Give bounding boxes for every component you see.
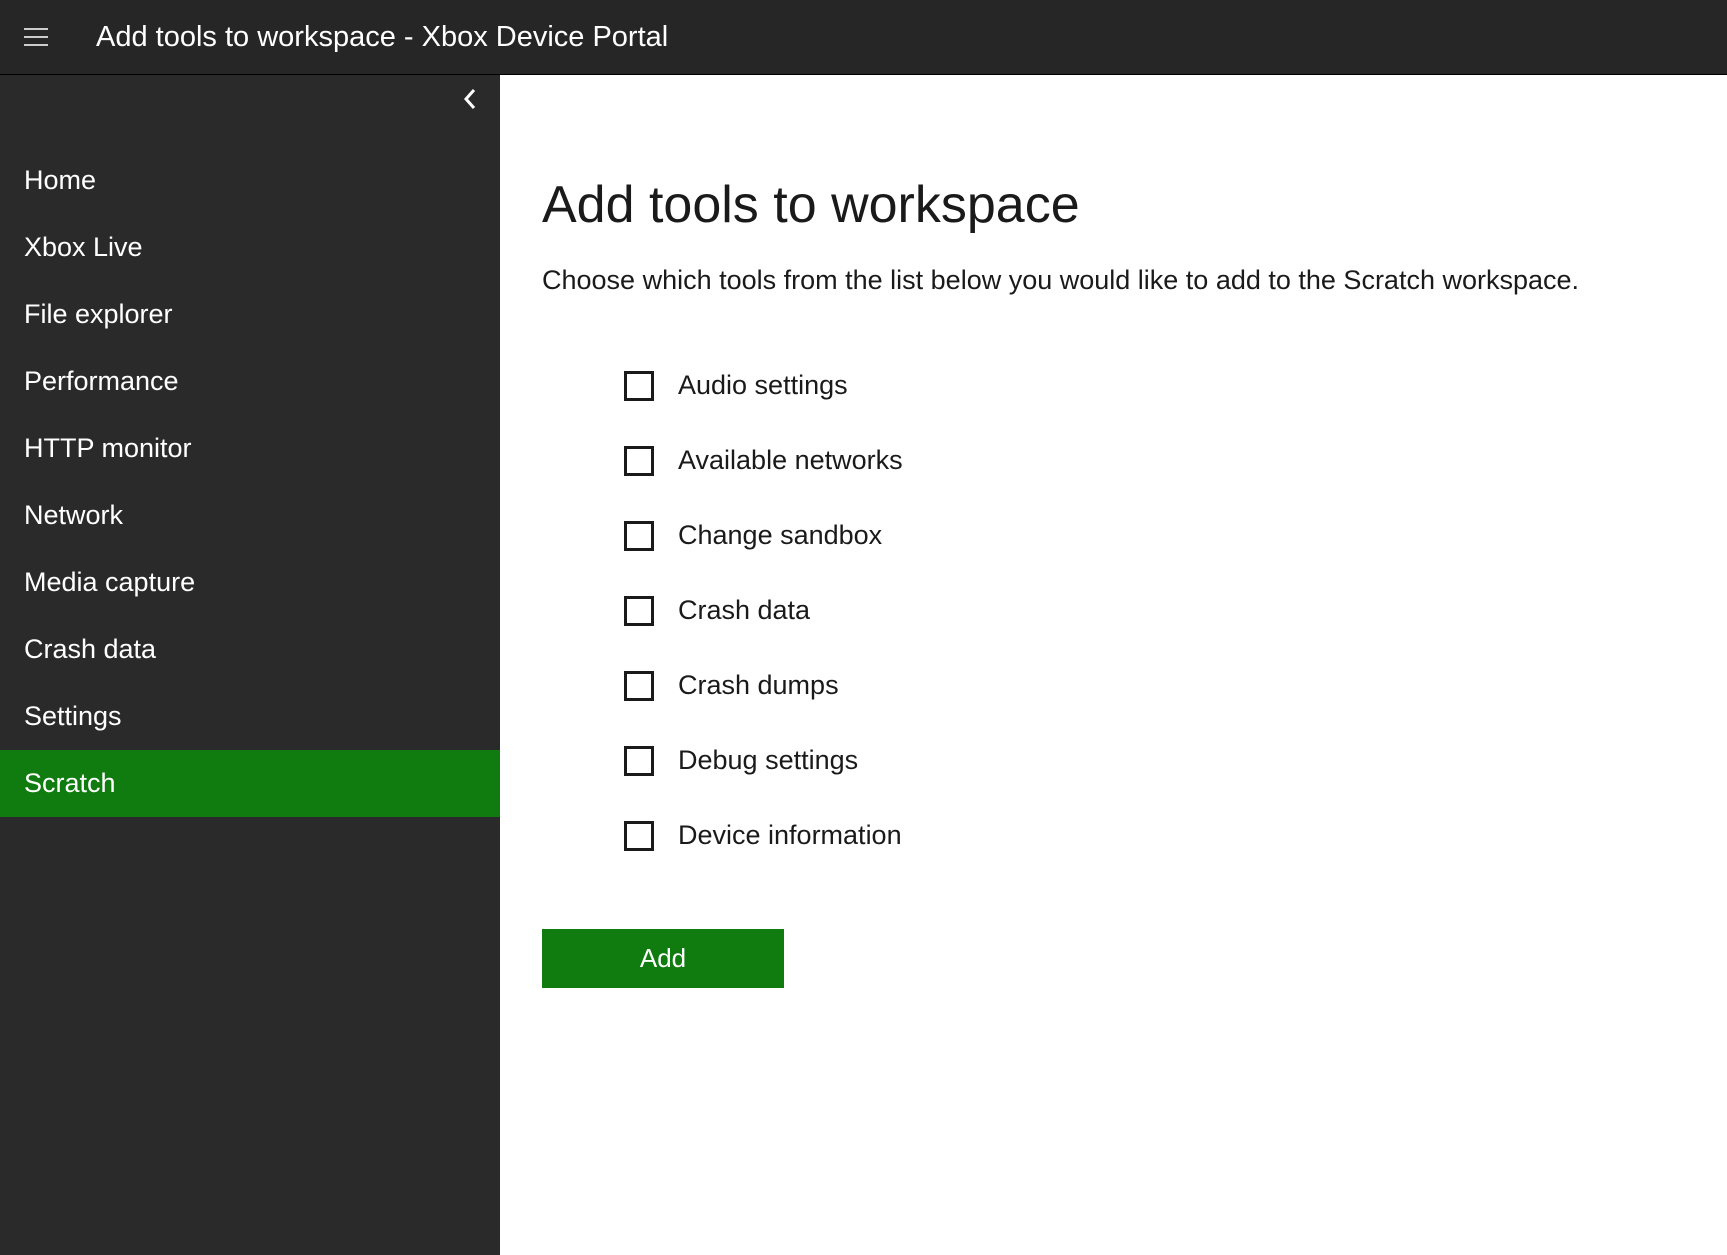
sidebar-item-settings[interactable]: Settings [0,683,500,750]
add-button[interactable]: Add [542,929,784,988]
tool-item-crash-data[interactable]: Crash data [624,573,1685,648]
main-content: Add tools to workspace Choose which tool… [500,75,1727,1255]
tool-item-audio-settings[interactable]: Audio settings [624,348,1685,423]
tool-label: Debug settings [678,745,858,776]
tool-label: Available networks [678,445,903,476]
sidebar-item-performance[interactable]: Performance [0,348,500,415]
checkbox[interactable] [624,821,654,851]
tool-label: Audio settings [678,370,848,401]
tools-list: Audio settings Available networks Change… [542,348,1685,873]
sidebar-item-scratch[interactable]: Scratch [0,750,500,817]
tool-label: Device information [678,820,902,851]
tool-item-available-networks[interactable]: Available networks [624,423,1685,498]
tool-item-device-information[interactable]: Device information [624,798,1685,873]
tool-item-debug-settings[interactable]: Debug settings [624,723,1685,798]
sidebar-item-media-capture[interactable]: Media capture [0,549,500,616]
checkbox[interactable] [624,671,654,701]
sidebar-item-xbox-live[interactable]: Xbox Live [0,214,500,281]
tool-label: Crash dumps [678,670,839,701]
body-container: Home Xbox Live File explorer Performance… [0,75,1727,1255]
sidebar-item-http-monitor[interactable]: HTTP monitor [0,415,500,482]
page-title: Add tools to workspace [542,175,1685,235]
tool-item-crash-dumps[interactable]: Crash dumps [624,648,1685,723]
header-title: Add tools to workspace - Xbox Device Por… [96,21,668,54]
checkbox[interactable] [624,746,654,776]
hamburger-icon[interactable] [24,28,48,46]
sidebar-item-home[interactable]: Home [0,147,500,214]
tool-label: Change sandbox [678,520,882,551]
checkbox[interactable] [624,521,654,551]
sidebar-item-network[interactable]: Network [0,482,500,549]
page-subtitle: Choose which tools from the list below y… [542,265,1685,296]
sidebar-item-crash-data[interactable]: Crash data [0,616,500,683]
checkbox[interactable] [624,596,654,626]
checkbox[interactable] [624,371,654,401]
nav-list: Home Xbox Live File explorer Performance… [0,75,500,817]
app-header: Add tools to workspace - Xbox Device Por… [0,0,1727,75]
sidebar: Home Xbox Live File explorer Performance… [0,75,500,1255]
collapse-sidebar-button[interactable] [454,83,486,115]
tool-label: Crash data [678,595,810,626]
chevron-left-icon [462,87,478,111]
checkbox[interactable] [624,446,654,476]
sidebar-item-file-explorer[interactable]: File explorer [0,281,500,348]
tool-item-change-sandbox[interactable]: Change sandbox [624,498,1685,573]
